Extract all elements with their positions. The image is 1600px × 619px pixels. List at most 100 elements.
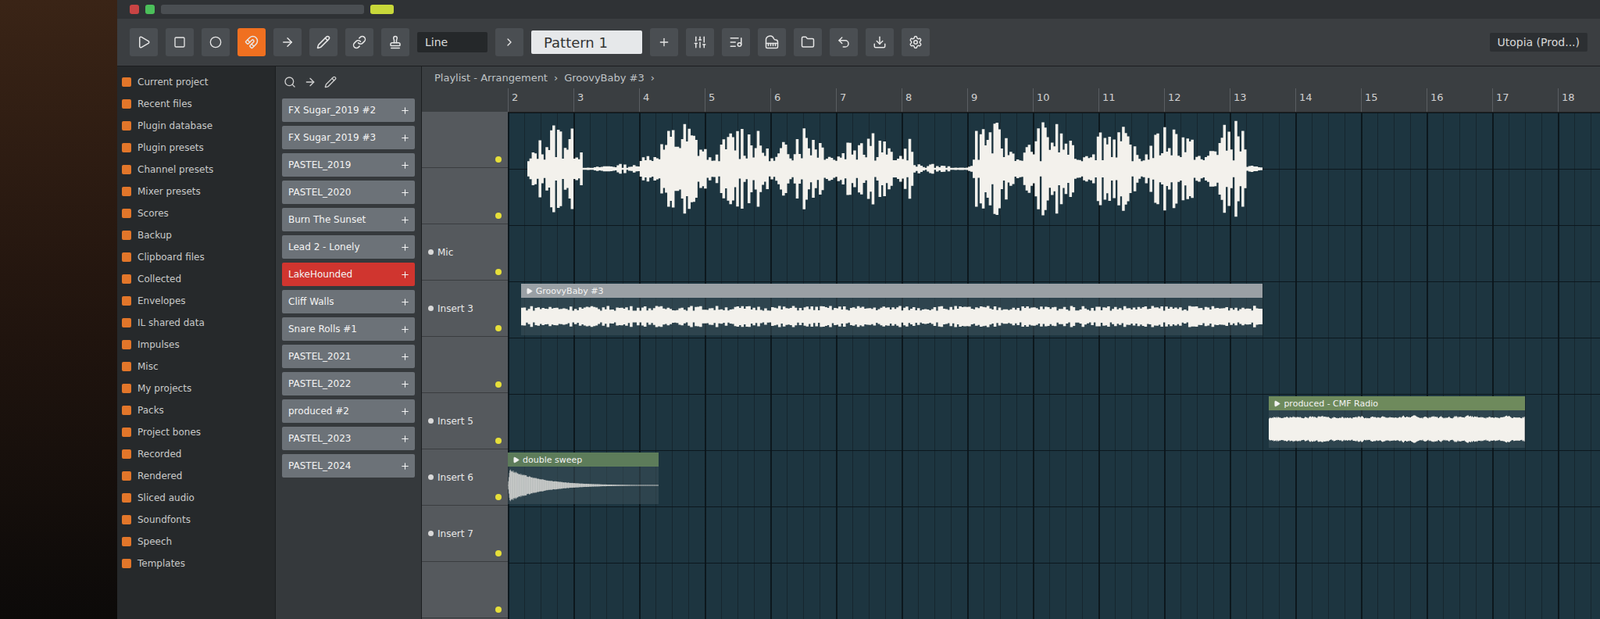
- audio-clip[interactable]: produced - CMF Radio: [1268, 396, 1525, 448]
- track-mute-dot[interactable]: [495, 212, 502, 219]
- plus-icon[interactable]: [400, 105, 411, 116]
- track-mute-dot[interactable]: [495, 493, 502, 500]
- pattern-item[interactable]: Burn The Sunset: [282, 207, 415, 232]
- pattern-item[interactable]: PASTEL_2024: [282, 453, 415, 478]
- track-bullet: [428, 249, 434, 255]
- search-icon[interactable]: [283, 75, 297, 89]
- snap-select[interactable]: Line: [417, 32, 488, 53]
- track-mute-dot[interactable]: [495, 381, 502, 388]
- track-header[interactable]: Insert 5: [421, 392, 508, 450]
- pattern-item[interactable]: PASTEL_2021: [282, 344, 415, 368]
- export-button[interactable]: [865, 28, 894, 57]
- plus-icon[interactable]: [400, 378, 411, 390]
- plus-icon[interactable]: [400, 406, 411, 417]
- plus-icon[interactable]: [400, 433, 411, 444]
- browser-item[interactable]: Sliced audio: [121, 488, 271, 508]
- browser-item[interactable]: Plugin presets: [121, 138, 271, 158]
- browser-item[interactable]: IL shared data: [121, 313, 271, 333]
- track-header[interactable]: [421, 561, 508, 618]
- browser-item[interactable]: Rendered: [121, 466, 271, 486]
- plus-icon[interactable]: [400, 160, 411, 171]
- browser-item[interactable]: Project bones: [121, 422, 271, 442]
- playlist-button[interactable]: [721, 28, 750, 57]
- stop-button[interactable]: [165, 28, 194, 57]
- browser-item[interactable]: Misc: [121, 357, 271, 376]
- browser-item[interactable]: Collected: [121, 269, 271, 289]
- pattern-item[interactable]: PASTEL_2022: [282, 371, 415, 396]
- pencil-icon[interactable]: [324, 75, 337, 89]
- snap-button[interactable]: [237, 28, 266, 57]
- plus-icon[interactable]: [400, 214, 411, 225]
- browser-item[interactable]: Templates: [121, 553, 271, 573]
- breadcrumb-item[interactable]: Playlist - Arrangement: [434, 71, 548, 84]
- browser-item[interactable]: Current project: [121, 72, 271, 92]
- track-mute-dot[interactable]: [495, 606, 502, 613]
- playlist-canvas[interactable]: GroovyBaby #3 produced - CMF Radio double …: [507, 112, 1600, 619]
- mixer-button[interactable]: [685, 28, 715, 57]
- plus-icon[interactable]: [400, 296, 411, 308]
- plus-icon[interactable]: [400, 351, 411, 362]
- audio-clip[interactable]: [527, 114, 1263, 223]
- settings-button[interactable]: [901, 28, 930, 57]
- audio-clip[interactable]: GroovyBaby #3: [521, 283, 1263, 336]
- plus-icon[interactable]: [400, 242, 411, 253]
- pattern-item[interactable]: produced #2: [282, 399, 415, 423]
- browser-item[interactable]: Recent files: [121, 94, 271, 114]
- record-button[interactable]: [201, 28, 230, 57]
- draw-button[interactable]: [309, 28, 338, 57]
- browser-button[interactable]: [793, 28, 822, 57]
- arrow-icon[interactable]: [303, 75, 317, 89]
- browser-item[interactable]: Envelopes: [121, 291, 271, 311]
- plus-icon[interactable]: [400, 460, 411, 472]
- browser-item[interactable]: Packs: [121, 400, 271, 420]
- track-mute-dot[interactable]: [495, 550, 502, 557]
- browser-item[interactable]: Scores: [121, 203, 271, 223]
- browser-item[interactable]: Speech: [121, 532, 271, 551]
- plus-icon[interactable]: [400, 324, 411, 335]
- pattern-item[interactable]: PASTEL_2023: [282, 426, 415, 450]
- timeline-ruler[interactable]: 23456789101112131415161718: [507, 88, 1600, 113]
- track-mute-dot[interactable]: [495, 156, 502, 163]
- pattern-prev-button[interactable]: [495, 28, 524, 57]
- track-mute-dot[interactable]: [495, 268, 502, 275]
- stamp-button[interactable]: [381, 28, 410, 57]
- piano-roll-button[interactable]: [757, 28, 786, 57]
- browser-item[interactable]: Recorded: [121, 444, 271, 464]
- track-header[interactable]: [421, 111, 508, 168]
- select-button[interactable]: [273, 28, 302, 57]
- breadcrumb-item[interactable]: GroovyBaby #3: [564, 71, 645, 84]
- track-mute-dot[interactable]: [495, 437, 502, 444]
- add-pattern-button[interactable]: [650, 28, 679, 57]
- track-header[interactable]: Insert 7: [421, 505, 508, 562]
- browser-item[interactable]: Impulses: [121, 335, 271, 354]
- pattern-item[interactable]: PASTEL_2020: [282, 180, 415, 204]
- pattern-item[interactable]: LakeHounded: [282, 262, 415, 286]
- link-button[interactable]: [345, 28, 374, 57]
- track-header[interactable]: Mic: [421, 224, 508, 281]
- pattern-item[interactable]: FX Sugar_2019 #3: [282, 125, 415, 150]
- browser-item[interactable]: Clipboard files: [121, 247, 271, 267]
- undo-button[interactable]: [829, 28, 858, 57]
- pattern-item[interactable]: Cliff Walls: [282, 289, 415, 314]
- track-header[interactable]: Insert 3: [421, 280, 508, 337]
- plus-icon[interactable]: [400, 187, 411, 198]
- track-header[interactable]: Insert 6: [421, 449, 508, 506]
- browser-item[interactable]: Backup: [121, 225, 271, 245]
- browser-item[interactable]: Mixer presets: [121, 182, 271, 201]
- browser-item[interactable]: Soundfonts: [121, 510, 271, 529]
- track-header[interactable]: [421, 167, 508, 225]
- audio-clip[interactable]: double sweep: [507, 452, 659, 504]
- pattern-field[interactable]: Pattern 1: [531, 30, 643, 54]
- pattern-item[interactable]: FX Sugar_2019 #2: [282, 98, 415, 122]
- pattern-item[interactable]: Lead 2 - Lonely: [282, 235, 415, 259]
- pattern-item[interactable]: Snare Rolls #1: [282, 317, 415, 341]
- browser-item[interactable]: Channel presets: [121, 160, 271, 179]
- plus-icon[interactable]: [400, 269, 411, 280]
- pattern-item[interactable]: PASTEL_2019: [282, 153, 415, 177]
- browser-item[interactable]: My projects: [121, 378, 271, 398]
- track-mute-dot[interactable]: [495, 325, 502, 332]
- browser-item[interactable]: Plugin database: [121, 116, 271, 136]
- plus-icon[interactable]: [400, 132, 411, 143]
- track-header[interactable]: [421, 336, 508, 393]
- play-button[interactable]: [129, 28, 158, 57]
